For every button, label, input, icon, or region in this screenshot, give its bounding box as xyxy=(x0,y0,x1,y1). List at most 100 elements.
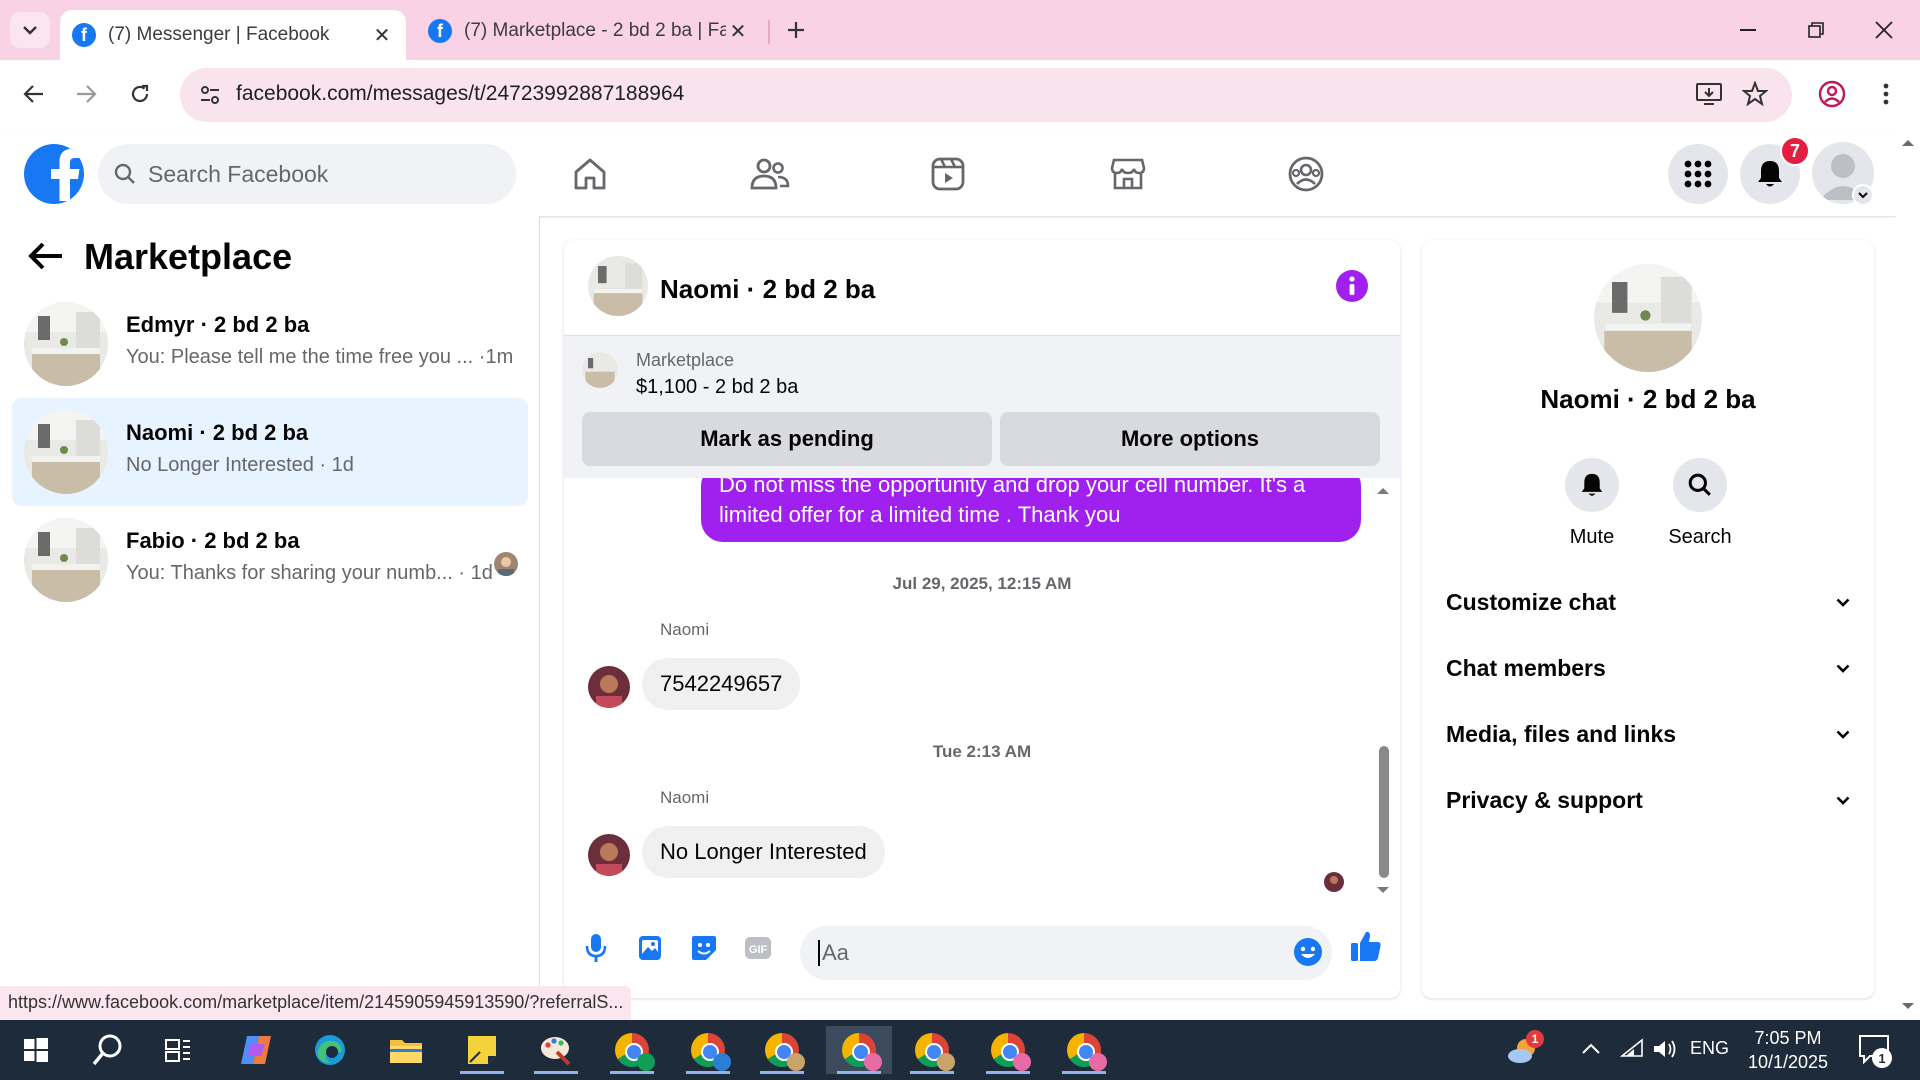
tab-search-button[interactable] xyxy=(10,12,50,48)
chrome-profile-app[interactable] xyxy=(1054,1026,1114,1074)
account-chevron-icon[interactable] xyxy=(1852,184,1874,206)
conversation-name: Fabio · 2 bd 2 ba xyxy=(126,528,300,553)
paint-app[interactable] xyxy=(526,1026,586,1074)
task-view-button[interactable] xyxy=(148,1026,208,1074)
mark-as-pending-button[interactable]: Mark as pending xyxy=(582,412,992,466)
file-explorer-app[interactable] xyxy=(376,1026,436,1074)
voice-clip-button[interactable] xyxy=(576,928,616,968)
scroll-down-arrow-icon[interactable] xyxy=(1901,1002,1915,1011)
profile-button[interactable] xyxy=(1812,74,1852,114)
conversation-info-button[interactable] xyxy=(1336,270,1368,302)
attach-photo-button[interactable] xyxy=(630,928,670,968)
start-button[interactable] xyxy=(6,1026,66,1074)
friends-nav-button[interactable] xyxy=(746,150,794,198)
weather-widget[interactable] xyxy=(1494,1026,1554,1074)
chrome-profile-app[interactable] xyxy=(752,1026,812,1074)
conversation-item[interactable]: Fabio · 2 bd 2 ba You: Thanks for sharin… xyxy=(12,506,528,614)
address-bar[interactable]: facebook.com/messages/t/2472399288718896… xyxy=(180,68,1792,122)
scroll-up-arrow-icon[interactable] xyxy=(1376,486,1390,495)
gif-button[interactable]: GIF xyxy=(738,928,778,968)
bell-icon xyxy=(1758,161,1782,187)
chat-members-section[interactable]: Chat members xyxy=(1446,648,1850,688)
marketplace-icon xyxy=(1110,158,1146,190)
volume-icon[interactable] xyxy=(1652,1038,1678,1060)
show-hidden-icons-button[interactable] xyxy=(1582,1042,1600,1054)
profile-avatar-large[interactable] xyxy=(1594,264,1702,372)
send-like-button[interactable] xyxy=(1346,926,1386,966)
close-tab-icon[interactable]: ✕ xyxy=(370,23,394,47)
sticker-button[interactable] xyxy=(684,928,724,968)
chevron-down-icon xyxy=(1836,730,1850,739)
taskbar-search-button[interactable] xyxy=(78,1026,138,1074)
chrome-profile-app-active[interactable] xyxy=(826,1026,892,1074)
marketplace-listing-banner: Marketplace $1,100 - 2 bd 2 ba Mark as p… xyxy=(564,336,1400,478)
outgoing-message-bubble[interactable]: Do not miss the opportunity and drop you… xyxy=(701,478,1361,542)
install-app-icon[interactable] xyxy=(1696,82,1722,106)
chat-avatar[interactable] xyxy=(588,256,648,316)
new-tab-button[interactable] xyxy=(780,14,812,46)
mute-button[interactable] xyxy=(1565,458,1619,512)
plus-icon xyxy=(788,22,804,38)
mute-action[interactable]: Mute xyxy=(1552,458,1632,549)
listing-thumbnail-small[interactable] xyxy=(582,352,618,388)
privacy-support-section[interactable]: Privacy & support xyxy=(1446,780,1850,820)
sticky-notes-app[interactable] xyxy=(452,1026,512,1074)
running-indicator xyxy=(1062,1071,1106,1074)
chrome-profile-app[interactable] xyxy=(678,1026,738,1074)
message-scrollbar-thumb[interactable] xyxy=(1379,746,1389,878)
tab-messenger[interactable]: f (7) Messenger | Facebook ✕ xyxy=(60,10,406,60)
media-files-links-section[interactable]: Media, files and links xyxy=(1446,714,1850,754)
profile-badge-icon xyxy=(1013,1053,1031,1071)
close-window-button[interactable] xyxy=(1856,8,1912,52)
minimize-button[interactable] xyxy=(1720,8,1776,52)
facebook-logo[interactable] xyxy=(24,144,84,204)
close-tab-icon[interactable]: ✕ xyxy=(726,19,750,43)
scroll-down-arrow-icon[interactable] xyxy=(1376,886,1390,895)
incoming-message-bubble[interactable]: 7542249657 xyxy=(642,658,801,710)
taskbar-clock[interactable]: 7:05 PM 10/1/2025 xyxy=(1728,1026,1848,1074)
message-input[interactable]: Aa xyxy=(800,926,1332,980)
network-icon[interactable] xyxy=(1620,1038,1644,1058)
incoming-message-bubble[interactable]: No Longer Interested xyxy=(642,826,885,878)
bookmark-star-icon[interactable] xyxy=(1742,81,1768,107)
edge-app[interactable] xyxy=(300,1026,360,1074)
home-nav-button[interactable] xyxy=(566,150,614,198)
sender-avatar[interactable] xyxy=(588,834,630,876)
seen-avatar xyxy=(494,552,518,576)
sender-name: Naomi xyxy=(660,620,710,639)
reload-button[interactable] xyxy=(120,74,160,114)
chrome-profile-app[interactable] xyxy=(902,1026,962,1074)
listing-price-title[interactable]: $1,100 - 2 bd 2 ba xyxy=(636,376,798,399)
emoji-button[interactable] xyxy=(1288,932,1328,972)
browser-menu-button[interactable] xyxy=(1866,74,1906,114)
back-arrow-button[interactable] xyxy=(28,242,64,270)
tab-marketplace[interactable]: f (7) Marketplace - 2 bd 2 ba | Fa ✕ xyxy=(416,10,762,52)
scroll-up-arrow-icon[interactable] xyxy=(1901,138,1915,147)
chat-title[interactable]: Naomi · 2 bd 2 ba xyxy=(660,274,875,305)
marketplace-nav-button[interactable] xyxy=(1104,150,1152,198)
facebook-search-input[interactable]: Search Facebook xyxy=(98,144,516,204)
windows-logo-icon xyxy=(24,1038,48,1062)
chrome-profile-app[interactable] xyxy=(602,1026,662,1074)
back-button[interactable] xyxy=(14,74,54,114)
conversation-item-selected[interactable]: Naomi · 2 bd 2 ba No Longer Interested ·… xyxy=(12,398,528,506)
notification-count-badge: 1 xyxy=(1872,1048,1892,1068)
profile-badge-icon xyxy=(864,1053,882,1071)
input-language[interactable]: ENG xyxy=(1690,1038,1729,1059)
video-nav-button[interactable] xyxy=(924,150,972,198)
site-info-icon[interactable] xyxy=(198,83,222,107)
message-list: Do not miss the opportunity and drop you… xyxy=(564,478,1400,902)
copilot-app[interactable] xyxy=(226,1026,286,1074)
chrome-profile-app[interactable] xyxy=(978,1026,1038,1074)
restore-button[interactable] xyxy=(1788,8,1844,52)
more-options-button[interactable]: More options xyxy=(1000,412,1380,466)
groups-nav-button[interactable] xyxy=(1282,150,1330,198)
conversation-item[interactable]: Edmyr · 2 bd 2 ba You: Please tell me th… xyxy=(12,290,528,398)
customize-chat-section[interactable]: Customize chat xyxy=(1446,582,1850,622)
forward-button[interactable] xyxy=(66,74,106,114)
menu-button[interactable] xyxy=(1668,144,1728,204)
search-in-conversation-button[interactable] xyxy=(1673,458,1727,512)
search-action[interactable]: Search xyxy=(1660,458,1740,549)
sender-avatar[interactable] xyxy=(588,666,630,708)
page-scrollbar[interactable] xyxy=(1896,130,1920,1020)
